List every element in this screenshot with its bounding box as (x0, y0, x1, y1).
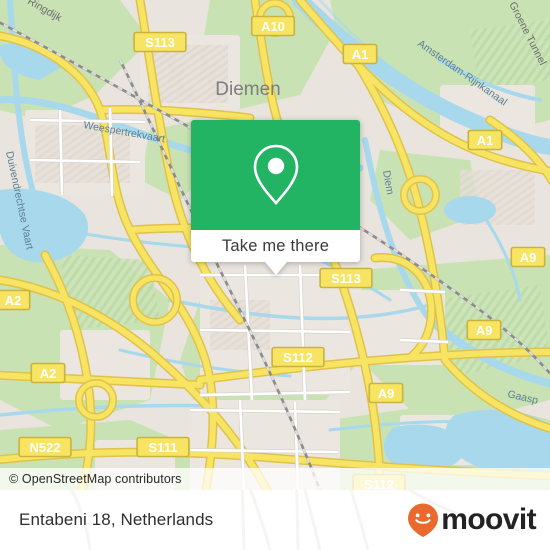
road-shield-label: A9 (378, 386, 395, 401)
road-shield-label: A2 (40, 366, 57, 381)
moovit-smiley-pin-icon (408, 503, 439, 537)
bottom-info-bar: Entabeni 18, Netherlands moovit (0, 490, 550, 550)
road-shield-label: A9 (476, 323, 493, 338)
road-shield: A2 (30, 362, 66, 384)
road-shield-label: A1 (477, 133, 494, 148)
osm-attribution[interactable]: © OpenStreetMap contributors (0, 468, 550, 490)
road-shield: A9 (466, 319, 502, 341)
location-address: Entabeni 18, Netherlands (19, 510, 214, 529)
road-shield-label: S112 (283, 350, 313, 365)
moovit-logo[interactable]: moovit (406, 502, 537, 538)
take-me-there-button[interactable]: Take me there (191, 230, 360, 262)
road-shield: A1 (342, 43, 378, 65)
road-shield: A10 (250, 15, 296, 37)
map-place-label: Diemen (215, 79, 280, 100)
road-shield: S113 (133, 31, 187, 53)
take-me-there-callout[interactable]: Take me there (191, 120, 360, 275)
road-shield-label: N522 (29, 440, 60, 455)
road-shield: A2 (0, 289, 31, 311)
moovit-wordmark: moovit (441, 503, 536, 536)
road-shield: A9 (510, 246, 546, 268)
map-pin-icon (253, 144, 298, 205)
road-shield-label: A2 (5, 293, 22, 308)
moovit-map-share-card: Diemen Weespertrekvaart Amsterdam-Rijnkana… (0, 0, 550, 550)
road-shield: A1 (467, 129, 503, 151)
road-shield-label: S113 (145, 35, 175, 50)
take-me-there-label: Take me there (221, 236, 330, 255)
callout-tail (264, 262, 287, 275)
road-shield: S113 (319, 267, 373, 289)
callout-icon-area (191, 120, 360, 230)
road-shield-label: S113 (331, 271, 361, 286)
road-shield-label: A10 (261, 19, 285, 34)
osm-attribution-text: © OpenStreetMap contributors (9, 472, 182, 486)
road-shield-label: A9 (520, 250, 537, 265)
road-shield-label: A1 (352, 47, 369, 62)
road-shield: S111 (136, 436, 190, 458)
road-shield: N522 (18, 436, 72, 458)
road-shield-label: S111 (149, 440, 178, 455)
road-shield: S112 (271, 346, 325, 368)
road-shield: A9 (368, 382, 404, 404)
map-canvas[interactable]: Diemen Weespertrekvaart Amsterdam-Rijnkana… (0, 0, 550, 490)
